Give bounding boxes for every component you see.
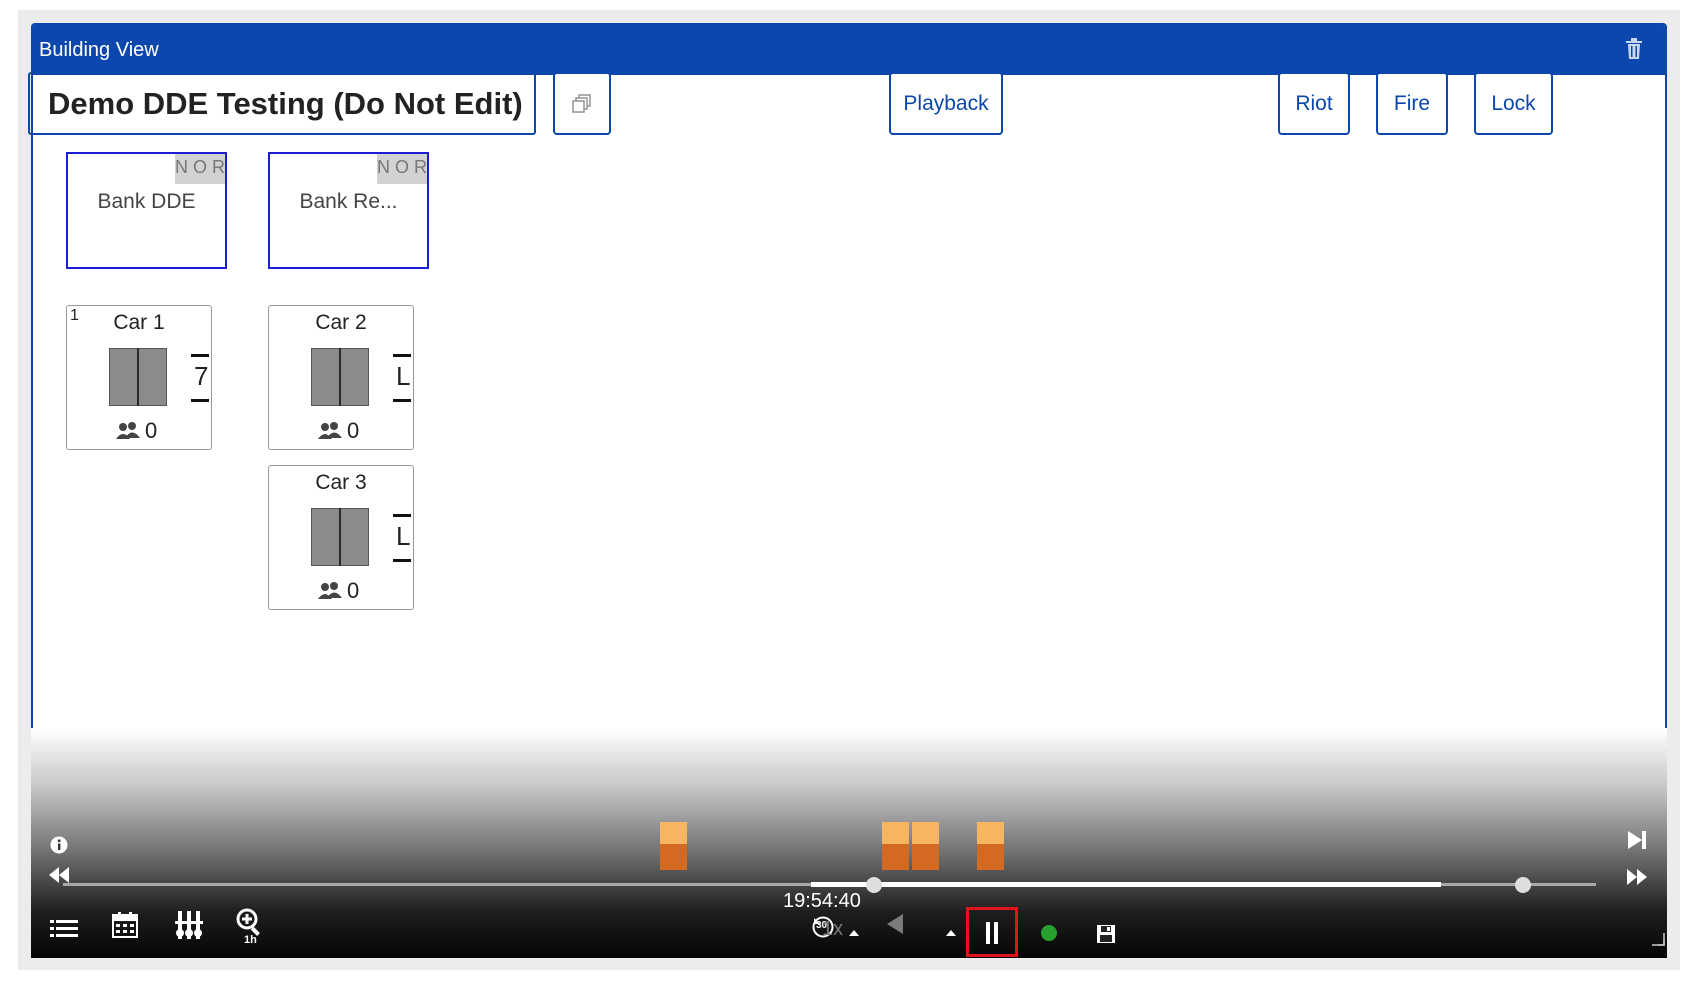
- fast-forward-icon[interactable]: [1626, 868, 1648, 886]
- resize-handle-icon[interactable]: [1650, 931, 1666, 947]
- occupancy-count: 0: [347, 418, 360, 443]
- elevator-door-icon: [109, 348, 167, 406]
- playback-speed[interactable]: 1x: [822, 918, 843, 941]
- playback-bar: [31, 728, 1667, 958]
- elevator-door-icon: [311, 348, 369, 406]
- rewind-icon[interactable]: [48, 866, 70, 884]
- car-occupancy: 0: [115, 418, 157, 444]
- calendar-icon[interactable]: [112, 912, 138, 938]
- people-icon: [318, 422, 342, 439]
- timeline-start-handle[interactable]: [866, 877, 882, 893]
- window-title: Building View: [39, 39, 159, 61]
- save-icon[interactable]: [1096, 924, 1116, 944]
- bank-status-badge: NOR: [377, 154, 427, 184]
- list-icon[interactable]: [50, 918, 78, 938]
- copy-button[interactable]: [553, 72, 611, 135]
- bank-status-badge: NOR: [175, 154, 225, 184]
- bank-tile[interactable]: NOR Bank DDE: [66, 152, 227, 269]
- event-marker[interactable]: [912, 822, 939, 870]
- bank-label: Bank DDE: [97, 190, 196, 213]
- playback-time: 19:54:40: [783, 890, 861, 912]
- building-name-field[interactable]: Demo DDE Testing (Do Not Edit): [28, 72, 536, 135]
- car-floor-indicator: 7: [191, 354, 209, 402]
- car-occupancy: 0: [317, 418, 359, 444]
- timeline-end-handle[interactable]: [1515, 877, 1531, 893]
- title-bar: Building View: [33, 25, 1665, 75]
- pause-icon: [986, 922, 998, 944]
- bank-label: Bank Re...: [299, 190, 398, 213]
- copy-icon: [572, 93, 591, 113]
- zoom-level: 1h: [244, 934, 257, 946]
- event-marker[interactable]: [882, 822, 909, 870]
- caret-up-icon[interactable]: [946, 930, 956, 936]
- car-floor-indicator: L: [393, 354, 411, 402]
- fire-button[interactable]: Fire: [1376, 72, 1448, 135]
- zoom-control[interactable]: 1h: [236, 908, 268, 946]
- event-marker[interactable]: [660, 822, 687, 870]
- people-icon: [318, 582, 342, 599]
- step-back-icon[interactable]: [887, 914, 903, 934]
- car-label: Car 2: [315, 311, 367, 334]
- riot-button[interactable]: Riot: [1278, 72, 1350, 135]
- playback-button[interactable]: Playback: [889, 72, 1003, 135]
- lock-button[interactable]: Lock: [1474, 72, 1553, 135]
- caret-up-icon[interactable]: [849, 930, 859, 936]
- occupancy-count: 0: [347, 578, 360, 603]
- car-floor: 7: [194, 361, 209, 391]
- people-icon: [116, 422, 140, 439]
- live-indicator-dot[interactable]: [1041, 925, 1057, 941]
- car-card[interactable]: 1 Car 1 7 0: [66, 305, 212, 450]
- elevator-door-icon: [311, 508, 369, 566]
- car-label: Car 3: [315, 471, 367, 494]
- info-icon[interactable]: [50, 836, 68, 854]
- car-card[interactable]: Car 2 L 0: [268, 305, 414, 450]
- car-floor: L: [396, 521, 411, 551]
- pause-button[interactable]: [966, 907, 1018, 957]
- skip-to-end-icon[interactable]: [1626, 829, 1648, 851]
- timeline-selected-range: [811, 882, 1441, 887]
- filter-hierarchy-icon[interactable]: [175, 911, 203, 939]
- event-marker[interactable]: [977, 822, 1004, 870]
- occupancy-count: 0: [145, 418, 158, 443]
- zoom-in-icon: [236, 908, 260, 936]
- car-floor: L: [396, 361, 411, 391]
- bank-tile[interactable]: NOR Bank Re...: [268, 152, 429, 269]
- car-card[interactable]: Car 3 L 0: [268, 465, 414, 610]
- trash-icon[interactable]: [1625, 38, 1643, 60]
- car-label: Car 1: [113, 311, 165, 334]
- car-occupancy: 0: [317, 578, 359, 604]
- car-floor-indicator: L: [393, 514, 411, 562]
